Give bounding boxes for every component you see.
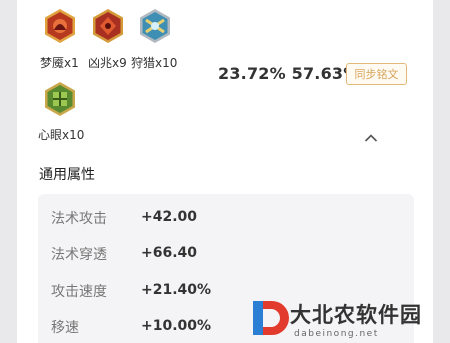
chevron-up-icon[interactable] [364,128,378,142]
attribute-value: +66.40 [141,245,198,261]
nightmare-rune-icon[interactable] [42,8,78,44]
attribute-name: 移速 [51,320,79,336]
sync-runes-button[interactable]: 同步铭文 [346,63,407,85]
watermark: 大北农软件园 dabeinong.net [250,296,450,343]
attribute-row: 法术攻击 +42.00 [38,203,414,233]
attribute-row: 法术穿透 +66.40 [38,239,414,269]
section-title: 通用属性 [39,167,95,183]
rune-label: 梦魇x1 [40,56,79,70]
attribute-name: 攻击速度 [51,284,107,300]
watermark-text: 大北农软件园 [290,303,422,327]
attribute-value: +21.40% [141,282,212,298]
rune-label: 凶兆x9 [88,56,127,70]
rune-summary-stats: 23.72% 57.63% [218,64,359,83]
rune-label: 狩猎x10 [131,56,178,70]
attribute-value: +42.00 [141,209,198,225]
hunt-rune-icon[interactable] [137,8,173,44]
watermark-logo-icon [250,298,290,338]
omen-rune-icon[interactable] [90,8,126,44]
mind-eye-rune-icon[interactable] [42,81,78,117]
attribute-name: 法术穿透 [51,247,107,263]
rune-label: 心眼x10 [38,128,85,142]
stat-value: 23.72% [218,64,286,83]
rune-card: 梦魇x1 凶兆x9 狩猎x10 心眼x10 23.72% 57.63% 同步铭文… [17,0,433,343]
watermark-subtext: dabeinong.net [294,329,379,339]
attribute-value: +10.00% [141,318,212,334]
attribute-name: 法术攻击 [51,211,107,227]
